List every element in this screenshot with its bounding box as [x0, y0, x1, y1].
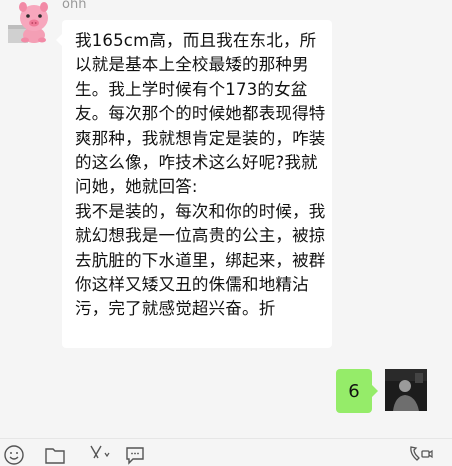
- outgoing-message-bubble[interactable]: 6: [336, 369, 378, 413]
- sender-name: ohh: [62, 0, 87, 12]
- self-avatar[interactable]: [385, 369, 427, 411]
- incoming-message-bubble[interactable]: 我165cm高，而且我在东北，所以就是基本上全校最矮的那种男生。我上学时候有个1…: [56, 20, 332, 348]
- pink-pig-avatar-icon: [8, 2, 48, 43]
- emoji-icon[interactable]: [3, 444, 25, 465]
- voice-call-icon[interactable]: [407, 444, 433, 461]
- folder-icon[interactable]: [44, 444, 66, 464]
- incoming-message-text: 我165cm高，而且我在东北，所以就是基本上全校最矮的那种男生。我上学时候有个1…: [75, 31, 326, 319]
- person-photo-avatar-icon: [385, 369, 427, 411]
- scissors-icon[interactable]: [86, 444, 110, 460]
- input-toolbar: [0, 438, 452, 465]
- outgoing-message-text: 6: [348, 380, 360, 402]
- contact-avatar[interactable]: [8, 1, 52, 43]
- chat-history-icon[interactable]: [124, 444, 146, 465]
